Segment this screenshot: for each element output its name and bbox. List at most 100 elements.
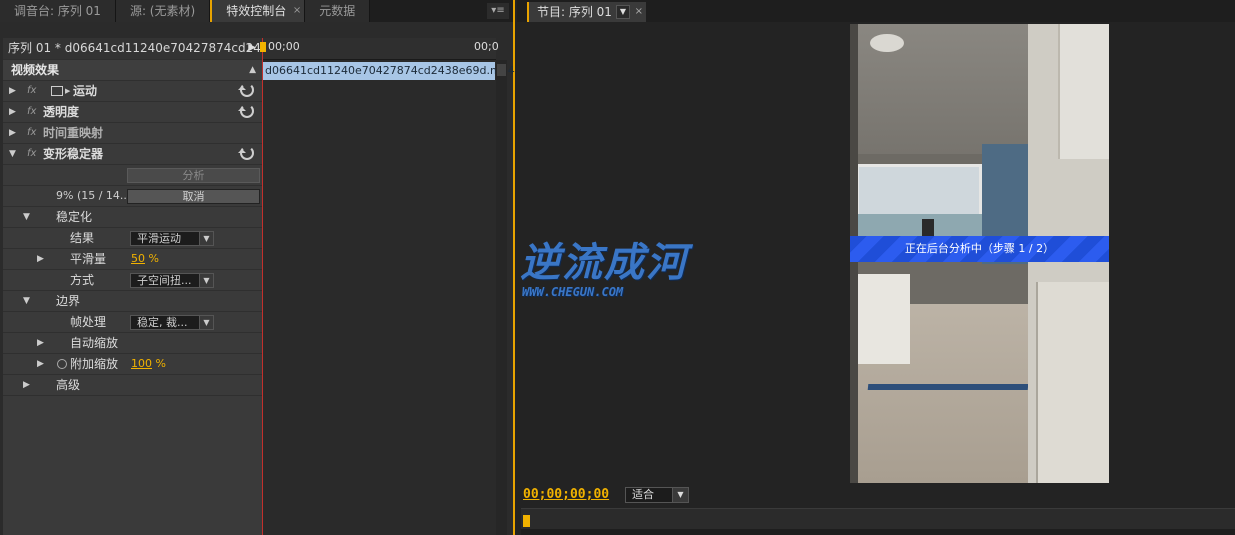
- effect-name: 时间重映射: [43, 126, 104, 140]
- playhead-icon[interactable]: [260, 42, 266, 52]
- expand-triangle-icon[interactable]: ▶: [9, 123, 16, 143]
- video-bed: [850, 274, 910, 364]
- transform-icon[interactable]: [51, 86, 63, 96]
- chevron-down-icon[interactable]: ▼: [615, 5, 630, 19]
- sequence-header[interactable]: 序列 01 * d06641cd11240e70427874cd2438... …: [3, 38, 288, 60]
- collapse-triangle-icon[interactable]: ▼: [23, 291, 30, 311]
- chevron-down-icon: ▼: [199, 232, 213, 245]
- tab-audio-mixer[interactable]: 调音台: 序列 01: [0, 0, 116, 22]
- tab-source[interactable]: 源: (无素材): [115, 0, 211, 22]
- expand-triangle-icon[interactable]: ▶: [37, 354, 44, 374]
- expand-triangle-icon[interactable]: ▶: [9, 102, 16, 122]
- chevron-down-icon: ▼: [672, 488, 688, 502]
- close-icon[interactable]: ×: [635, 2, 643, 22]
- chevron-down-icon: ▼: [199, 274, 213, 287]
- tab-program[interactable]: 节目: 序列 01 ▼ ×: [527, 2, 646, 22]
- video-floor-stripe: [867, 384, 1029, 390]
- right-tabbar: 节目: 序列 01 ▼ ×: [517, 0, 1235, 22]
- effect-row-motion[interactable]: ▶ fx ▶ 运动: [3, 81, 262, 102]
- analyze-row: 分析: [3, 165, 262, 186]
- stopwatch-icon[interactable]: [57, 359, 67, 369]
- effect-controls-panel: 调音台: 序列 01 源: (无素材) 特效控制台 × 元数据 ▾≡ 序列 01 …: [0, 0, 515, 535]
- expand-triangle-icon[interactable]: ▶: [37, 333, 44, 353]
- close-icon[interactable]: ×: [293, 0, 301, 22]
- result-label: 结果: [70, 231, 95, 245]
- framing-row: 帧处理 稳定, 裁... ▼: [3, 312, 262, 333]
- framing-dropdown[interactable]: 稳定, 裁... ▼: [130, 315, 214, 330]
- method-label: 方式: [70, 273, 95, 287]
- watermark-title: 逆流成河: [520, 240, 688, 286]
- expand-triangle-icon[interactable]: ▶: [37, 249, 44, 269]
- video-effects-label: 视频效果: [11, 63, 60, 77]
- reset-icon[interactable]: [238, 83, 254, 97]
- group-label: 边界: [56, 294, 81, 308]
- effect-name: 变形稳定器: [43, 147, 104, 161]
- ruler-track[interactable]: [521, 529, 1235, 535]
- extra-scale-value[interactable]: 100 %: [131, 354, 166, 374]
- reset-icon[interactable]: [238, 146, 254, 160]
- effect-row-warp-stabilizer[interactable]: ▼ fx 变形稳定器: [3, 144, 262, 165]
- collapse-triangle-icon[interactable]: ▼: [9, 144, 16, 164]
- timeline-end-time: 00;0: [474, 40, 499, 53]
- playhead-line[interactable]: [260, 38, 266, 535]
- advanced-group[interactable]: ▶ 高级: [3, 375, 262, 396]
- autoscale-row: ▶ 自动缩放: [3, 333, 262, 354]
- program-monitor-panel: 节目: 序列 01 ▼ × 正在后台分析中（步骤 1 / 2） 逆流成河 WWW…: [517, 0, 1235, 535]
- collapse-up-icon[interactable]: ▲: [249, 60, 256, 80]
- method-row: 方式 子空间扭... ▼: [3, 270, 262, 291]
- collapse-triangle-icon[interactable]: ▼: [23, 207, 30, 227]
- fit-dropdown[interactable]: 适合 ▼: [625, 487, 689, 503]
- smoothness-number[interactable]: 50: [131, 252, 145, 265]
- extra-scale-number[interactable]: 100: [131, 357, 152, 370]
- fx-icon[interactable]: fx: [27, 102, 36, 122]
- stabilization-group[interactable]: ▼ 稳定化: [3, 207, 262, 228]
- fx-icon[interactable]: fx: [27, 81, 36, 101]
- smoothness-label: 平滑量: [70, 252, 107, 266]
- result-dropdown[interactable]: 平滑运动 ▼: [130, 231, 214, 246]
- expand-triangle-icon[interactable]: ▶: [23, 375, 30, 395]
- watermark: 逆流成河 WWW.CHEGUN.COM: [520, 230, 720, 310]
- framing-label: 帧处理: [70, 315, 107, 329]
- panel-menu-icon[interactable]: ▾≡: [487, 3, 509, 19]
- transform-arrow-icon: ▶: [65, 87, 71, 95]
- tab-label: 元数据: [319, 4, 356, 18]
- expand-triangle-icon[interactable]: ▶: [9, 81, 16, 101]
- timecode-display[interactable]: 00;00;00;00: [523, 487, 609, 502]
- extra-scale-label: 附加缩放: [70, 357, 119, 371]
- watermark-url: WWW.CHEGUN.COM: [522, 285, 624, 299]
- video-lamp: [870, 34, 904, 52]
- video-upper-cabinet: [1058, 24, 1109, 159]
- expand-right-icon[interactable]: ▶: [248, 38, 256, 58]
- analyze-button[interactable]: 分析: [127, 168, 260, 183]
- smoothness-value[interactable]: 50 %: [131, 249, 159, 269]
- effect-row-opacity[interactable]: ▶ fx 透明度: [3, 102, 262, 123]
- program-time-ruler[interactable]: [521, 508, 1235, 535]
- effects-list: 序列 01 * d06641cd11240e70427874cd2438... …: [3, 38, 288, 535]
- result-row: 结果 平滑运动 ▼: [3, 228, 262, 249]
- video-effects-header: 视频效果 ▲: [3, 60, 262, 81]
- vertical-scrollbar[interactable]: [496, 60, 507, 535]
- extra-scale-unit: %: [155, 357, 166, 370]
- fx-icon[interactable]: fx: [27, 144, 36, 164]
- group-label: 高级: [56, 378, 81, 392]
- mini-timeline[interactable]: 00;00 00;0 d06641cd11240e70427874cd2438e…: [260, 38, 515, 535]
- scroll-up-icon[interactable]: [497, 64, 506, 76]
- method-dropdown[interactable]: 子空间扭... ▼: [130, 273, 214, 288]
- effect-row-time-remap[interactable]: ▶ fx 时间重映射: [3, 123, 262, 144]
- autoscale-label: 自动缩放: [70, 336, 119, 350]
- timeline-ruler[interactable]: 00;00 00;0: [262, 38, 499, 60]
- reset-icon[interactable]: [238, 104, 254, 118]
- method-value: 子空间扭...: [137, 274, 192, 287]
- cancel-button[interactable]: 取消: [127, 189, 260, 204]
- framing-value: 稳定, 裁...: [137, 316, 188, 329]
- tab-label: 节目: 序列 01: [537, 5, 612, 19]
- fx-icon: fx: [27, 127, 37, 138]
- borders-group[interactable]: ▼ 边界: [3, 291, 262, 312]
- playhead-icon[interactable]: [523, 515, 530, 527]
- progress-row: 9% (15 / 14... 取消: [3, 186, 262, 207]
- tab-metadata[interactable]: 元数据: [305, 0, 371, 22]
- analysis-banner: 正在后台分析中（步骤 1 / 2）: [850, 236, 1109, 262]
- clip-bar[interactable]: d06641cd11240e70427874cd2438e69d.mp4: [263, 62, 515, 80]
- smoothness-row: ▶ 平滑量 50 %: [3, 249, 262, 270]
- tab-effect-controls[interactable]: 特效控制台 ×: [210, 0, 306, 22]
